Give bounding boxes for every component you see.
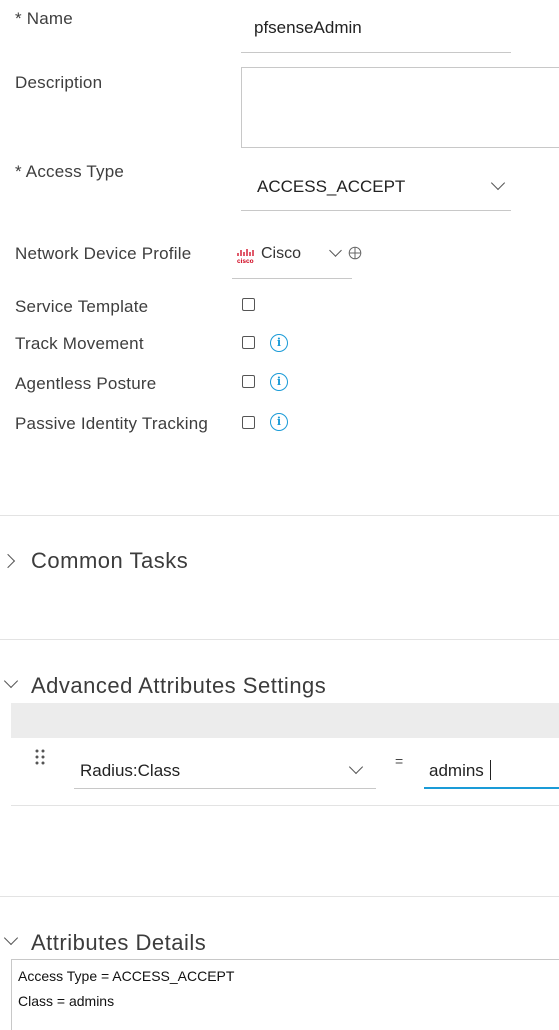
description-label: Description xyxy=(15,73,103,92)
network-device-profile-select[interactable]: cisco Cisco xyxy=(232,236,352,279)
drag-handle-icon[interactable] xyxy=(35,748,45,768)
divider xyxy=(0,639,559,640)
chevron-down-icon xyxy=(3,930,19,946)
operator-label: = xyxy=(395,753,404,769)
chevron-down-icon xyxy=(348,759,364,775)
attribute-value-value: admins xyxy=(429,761,484,780)
name-label: * Name xyxy=(15,9,73,28)
name-input-value: pfsenseAdmin xyxy=(254,18,362,37)
common-tasks-heading: Common Tasks xyxy=(31,548,189,573)
advanced-attributes-heading: Advanced Attributes Settings xyxy=(31,673,327,698)
text-cursor xyxy=(490,760,491,780)
details-line-class: Class = admins xyxy=(18,993,115,1009)
attribute-value-input[interactable]: admins xyxy=(424,748,559,789)
access-type-label: * Access Type xyxy=(15,162,125,181)
svg-text:cisco: cisco xyxy=(237,258,254,265)
chevron-down-icon xyxy=(3,673,19,689)
attribute-row: Radius:Class = admins xyxy=(11,738,559,806)
info-icon[interactable]: i xyxy=(270,373,288,391)
divider xyxy=(0,515,559,516)
description-textarea[interactable] xyxy=(241,67,559,148)
access-type-select[interactable]: ACCESS_ACCEPT xyxy=(241,166,511,211)
cisco-logo-icon: cisco xyxy=(236,247,256,265)
info-icon[interactable]: i xyxy=(270,413,288,431)
access-type-value: ACCESS_ACCEPT xyxy=(257,177,406,196)
attribute-name-select[interactable]: Radius:Class xyxy=(74,748,376,789)
details-line-access-type: Access Type = ACCESS_ACCEPT xyxy=(18,968,235,984)
attributes-details-toggle[interactable]: Attributes Details xyxy=(0,927,300,959)
track-movement-label: Track Movement xyxy=(15,334,144,353)
track-movement-checkbox[interactable] xyxy=(242,336,255,349)
divider xyxy=(0,896,559,897)
chevron-right-icon xyxy=(0,553,16,569)
service-template-label: Service Template xyxy=(15,297,149,316)
passive-identity-tracking-checkbox[interactable] xyxy=(242,416,255,429)
network-device-profile-label: Network Device Profile xyxy=(15,244,192,263)
common-tasks-toggle[interactable]: Common Tasks xyxy=(0,545,300,577)
globe-icon[interactable] xyxy=(348,246,362,260)
name-input[interactable]: pfsenseAdmin xyxy=(241,6,511,53)
attribute-name-value: Radius:Class xyxy=(80,761,181,780)
agentless-posture-checkbox[interactable] xyxy=(242,375,255,388)
info-icon[interactable]: i xyxy=(270,334,288,352)
passive-identity-tracking-label: Passive Identity Tracking xyxy=(15,414,209,433)
network-device-profile-value: Cisco xyxy=(261,245,302,262)
chevron-down-icon xyxy=(329,244,342,257)
chevron-down-icon xyxy=(490,175,506,191)
advanced-attributes-toggle[interactable]: Advanced Attributes Settings xyxy=(0,670,400,702)
agentless-posture-label: Agentless Posture xyxy=(15,374,157,393)
service-template-checkbox[interactable] xyxy=(242,298,255,311)
attributes-details-heading: Attributes Details xyxy=(31,930,207,955)
attributes-details-box: Access Type = ACCESS_ACCEPT Class = admi… xyxy=(11,959,559,1030)
attributes-table-header xyxy=(11,703,559,738)
